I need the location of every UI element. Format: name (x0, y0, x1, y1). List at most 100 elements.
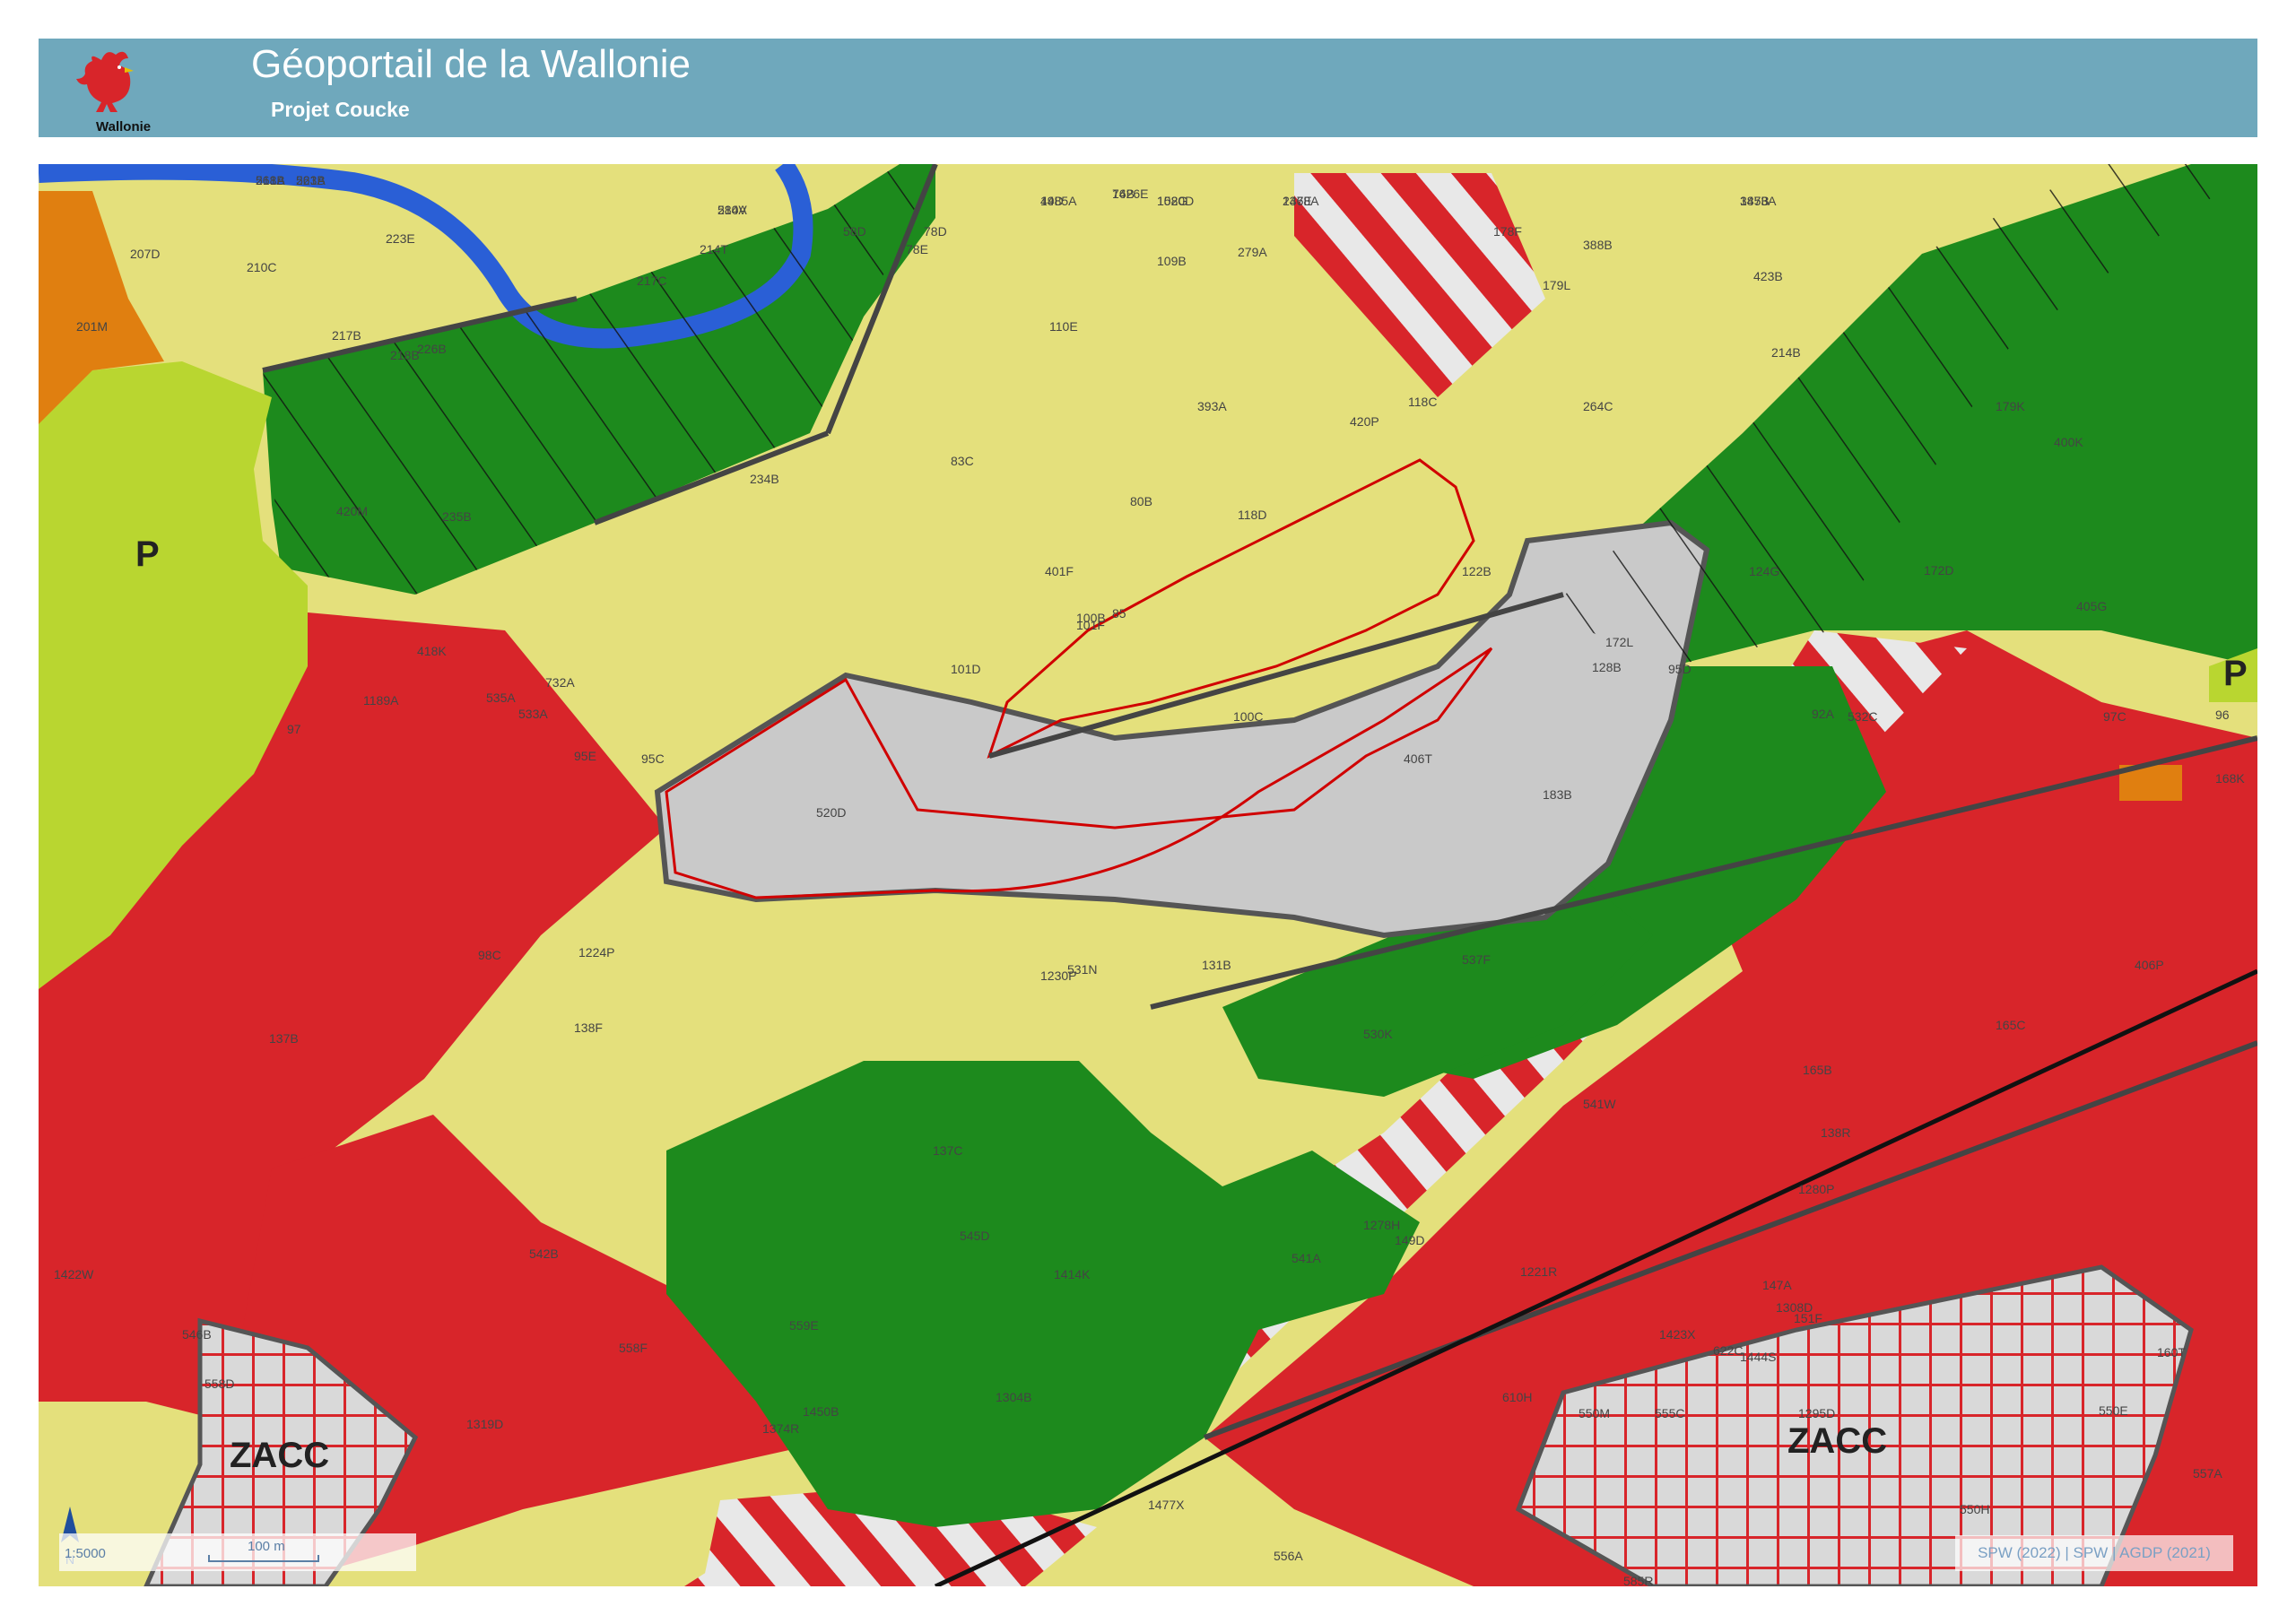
parcel-label: 235B (442, 509, 472, 524)
parcel-label: 542B (529, 1246, 559, 1261)
scale-bar: 1:5000 100 m (59, 1533, 416, 1571)
parcel-label: 1422W (54, 1267, 94, 1281)
parcel-label: 58D (843, 224, 866, 239)
parcel-label: 530K (1363, 1027, 1393, 1041)
parcel-label: 423B (1753, 269, 1783, 283)
parcel-label: 85 (1112, 606, 1126, 621)
parcel-label: 556A (1274, 1549, 1303, 1563)
parcel-label: 555C (1655, 1406, 1685, 1420)
parcel-label: 122B (1462, 564, 1492, 578)
zone-label-zacc-east: ZACC (1787, 1421, 1888, 1461)
parcel-label: 172D (1924, 563, 1954, 578)
parcel-label: 406P (2135, 958, 2164, 972)
parcel-label: 546B (182, 1327, 212, 1342)
zone-label-zacc-west: ZACC (230, 1436, 330, 1475)
parcel-label: 128B (1592, 660, 1622, 674)
parcel-label: 622C (1713, 1343, 1744, 1358)
parcel-label: 172L (1605, 635, 1634, 649)
parcel-label: 1478A (1283, 194, 1319, 208)
parcel-label: 388B (1583, 238, 1613, 252)
parcel-label: 183B (1543, 787, 1572, 802)
parcel-label: 160T (2157, 1345, 2186, 1359)
parcel-label: 558D (204, 1376, 235, 1391)
zone-label-p-west: P (135, 534, 160, 574)
parcel-label: 97C (2103, 709, 2126, 724)
zone-label-p-east: P (2223, 654, 2248, 693)
parcel-label: 149D (1395, 1233, 1425, 1247)
parcel-label: 1520D (1157, 194, 1195, 208)
parcel-label: 1295D (1798, 1406, 1836, 1420)
parcel-label: 83C (951, 454, 974, 468)
parcel-label: 550M (1578, 1406, 1611, 1420)
parcel-label: 100B (1076, 611, 1106, 625)
parcel-label: 109B (1157, 254, 1187, 268)
parcel-label: 405G (2076, 599, 2108, 613)
parcel-label: 1477X (1148, 1498, 1185, 1512)
parcel-label: 1414K (1054, 1267, 1091, 1281)
parcel-label: 137C (933, 1143, 963, 1158)
parcel-label: 179K (1996, 399, 2025, 413)
parcel-label: 535A (486, 690, 516, 705)
parcel-label: 563A (296, 173, 326, 187)
parcel-label: 95D (1668, 662, 1692, 676)
parcel-label: 138R (1821, 1125, 1851, 1140)
project-subtitle: Projet Coucke (271, 98, 410, 121)
parcel-label: 179L (1543, 278, 1571, 292)
parcel-label: 95E (574, 749, 596, 763)
scale-line (208, 1555, 319, 1562)
parcel-label: 92A (1812, 707, 1834, 721)
parcel-label: 210C (247, 260, 277, 274)
parcel-label: 1189A (363, 693, 399, 708)
parcel-label: 78E (906, 242, 928, 256)
parcel-label: 541W (1583, 1097, 1616, 1111)
parcel-label: 401F (1045, 564, 1074, 578)
parcel-label: 1485A (1040, 194, 1077, 208)
parcel-label: 223E (386, 231, 415, 246)
parcel-label: 78D (924, 224, 947, 239)
parcel-label: 168K (2215, 771, 2245, 786)
parcel-label: 118D (1238, 508, 1267, 522)
parcel-label: 178F (1493, 224, 1522, 239)
parcel-label: 418K (417, 644, 447, 658)
parcel-label: 217C (637, 274, 667, 288)
parcel-label: 118C (1408, 395, 1438, 409)
parcel-label: 406T (1404, 751, 1432, 766)
map-canvas[interactable]: P P ZACC ZACC (39, 164, 2257, 1586)
parcel-label: 1221R (1520, 1264, 1558, 1279)
scale-distance: 100 m (248, 1539, 285, 1554)
parcel-label: 264C (1583, 399, 1613, 413)
parcel-label: 558F (619, 1341, 648, 1355)
parcel-label: 165B (1803, 1063, 1832, 1077)
parcel-label: 1224P (578, 945, 615, 960)
scale-ratio: 1:5000 (65, 1546, 106, 1561)
parcel-label: 1304B (996, 1390, 1032, 1404)
parcel-label: 585R (1623, 1574, 1654, 1588)
parcel-label: 100C (1233, 709, 1264, 724)
parcel-label: 234B (750, 472, 779, 486)
parcel-label: 420M (336, 504, 369, 518)
parcel-label: 400K (2054, 435, 2083, 449)
parcel-label: 1444S (1740, 1350, 1777, 1364)
parcel-label: 1280P (1798, 1182, 1835, 1196)
parcel-label: 561A (256, 173, 285, 187)
parcel-label: 532C (1848, 709, 1878, 724)
parcel-label: 96 (2215, 708, 2230, 722)
parcel-label: 1319D (466, 1417, 504, 1431)
logo-text: Wallonie (96, 119, 152, 135)
parcel-label: 1374R (762, 1421, 800, 1436)
parcel-label: 201M (76, 319, 109, 334)
parcel-label: 393A (1197, 399, 1227, 413)
parcel-label: 537F (1462, 952, 1491, 967)
parcel-label: 214B (1771, 345, 1801, 360)
parcel-label: 545D (960, 1229, 990, 1243)
parcel-label: 559E (789, 1318, 819, 1333)
parcel-label: 98C (478, 948, 501, 962)
parcel-label: 1450B (803, 1404, 839, 1419)
rooster-icon: Wallonie (65, 44, 151, 135)
parcel-label: 557A (2193, 1466, 2222, 1481)
parcel-label: 1278H (1363, 1218, 1401, 1232)
parcel-label: 226B (417, 342, 447, 356)
parcel-label: 138F (574, 1020, 603, 1035)
parcel-label: 207D (130, 247, 161, 261)
parcel-label: 110E (1049, 319, 1078, 334)
